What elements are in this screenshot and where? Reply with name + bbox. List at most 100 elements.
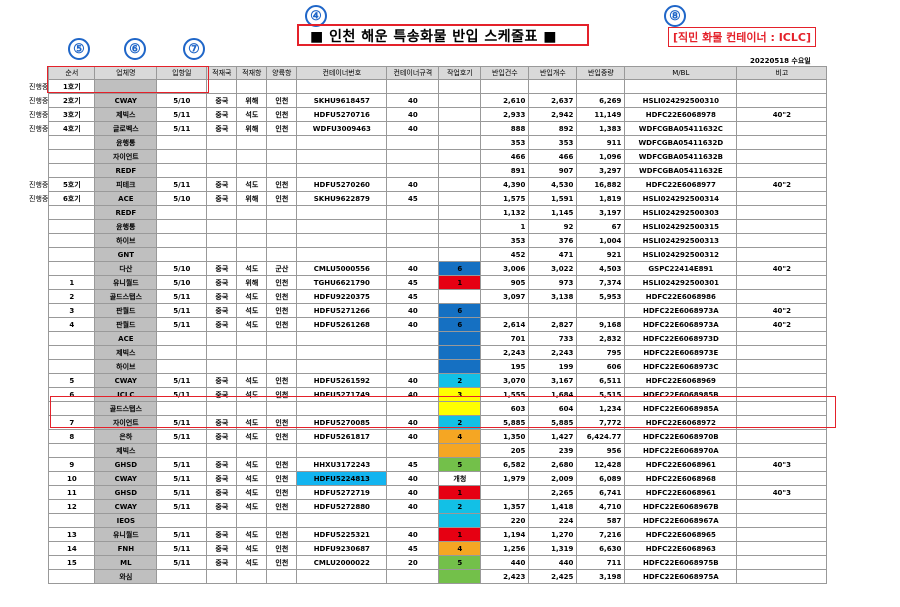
import-count: 2,933 [480,107,530,122]
work-unit: 4 [438,541,482,556]
row-no: 3 [48,303,96,318]
work-unit: 개청 [438,471,482,486]
load-country: 중국 [206,191,238,206]
table-row: 3 판월드 5/11 중국 석도 인천 HDFU5271266 40 6 HDFC22E60689… [28,303,828,318]
discharge-port [266,163,298,178]
row-no: 12 [48,499,96,514]
discharge-port: 인천 [266,289,298,304]
table-row: 14 FNH 5/11 중국 석도 인천 HDFU9230687 45 4 1,256 1,319 6… [28,541,828,556]
mbl-no: WDFCGBA05411632C [624,121,738,136]
container-no [296,569,388,584]
work-unit [438,135,482,150]
direct-cargo-note: [직민 화물 컨테이너 : ICLC] [668,27,816,47]
discharge-port [266,513,298,528]
import-count: 701 [480,331,530,346]
remarks [736,149,828,164]
table-row: GNT 452 471 921 HSLI024292500312 [28,247,828,262]
row-status: 진행중 [29,180,49,189]
load-port [236,345,268,360]
arrival-date: 5/11 [156,303,208,318]
container-size: 40 [386,527,440,542]
import-weight [576,303,626,318]
import-weight: 911 [576,135,626,150]
container-no: SKHU9618457 [296,93,388,108]
vendor-name: 피테크 [94,177,158,192]
remarks [736,93,828,108]
mbl-no: HDFC22E6068973D [624,331,738,346]
arrival-date: 5/11 [156,499,208,514]
remarks [736,163,828,178]
load-port: 석도 [236,429,268,444]
row-status [28,570,49,584]
load-port: 석도 [236,457,268,472]
mbl-no: HSLI024292500315 [624,219,738,234]
mbl-no: HDFC22E6068969 [624,373,738,388]
row-no [48,261,96,276]
mbl-no: WDFCGBA05411632E [624,163,738,178]
container-no [296,219,388,234]
load-port: 석도 [236,373,268,388]
import-weight: 6,630 [576,541,626,556]
import-pieces: 907 [528,163,578,178]
row-status [28,346,49,360]
import-weight: 11,149 [576,107,626,122]
vendor-name: FNH [94,541,158,556]
load-port: 위해 [236,121,268,136]
row-no [48,163,96,178]
import-weight: 921 [576,247,626,262]
vendor-name: 제빅스 [94,345,158,360]
arrival-date: 5/11 [156,485,208,500]
row-no [48,359,96,374]
import-pieces: 2,265 [528,485,578,500]
mbl-no: HSLI024292500310 [624,93,738,108]
row-no: 5 [48,373,96,388]
import-pieces: 2,680 [528,457,578,472]
mbl-no: HDFC22E6068973E [624,345,738,360]
container-no: HHXU3172243 [296,457,388,472]
table-row: 제빅스 205 239 956 HDFC22E6068970A [28,443,828,458]
work-unit [438,513,482,528]
row-no: 2 [48,289,96,304]
row-status [28,416,49,430]
arrival-date: 5/10 [156,93,208,108]
table-row: REDF 1,132 1,145 3,197 HSLI024292500303 [28,205,828,220]
page-title: ■ 인천 해운 특송화물 반입 스케줄표 ■ [310,29,558,45]
remarks: 40"3 [736,485,828,500]
row-status [28,276,49,290]
arrival-date: 5/11 [156,457,208,472]
row-status [28,262,49,276]
import-pieces: 733 [528,331,578,346]
row-status [28,248,49,262]
container-size [386,219,440,234]
table-row: 진행중 3호기 제빅스 5/11 중국 석도 인천 HDFU5270716 40 2,933 2,9… [28,107,828,122]
col-header: 비고 [736,66,828,80]
container-size [386,513,440,528]
discharge-port: 인천 [266,107,298,122]
vendor-name: 골드스탭스 [94,289,158,304]
vendor-name: CWAY [94,93,158,108]
container-no: HDFU5225321 [296,527,388,542]
container-size: 40 [386,485,440,500]
row-no: 6호기 [48,191,96,206]
import-pieces: 1,591 [528,191,578,206]
mbl-no: HSLI024292500314 [624,191,738,206]
import-pieces [528,79,578,94]
row-no: 1 [48,275,96,290]
import-count: 1,350 [480,429,530,444]
load-port: 석도 [236,471,268,486]
row-status [28,332,49,346]
load-port [236,149,268,164]
import-weight: 6,741 [576,485,626,500]
container-size: 45 [386,541,440,556]
discharge-port: 인천 [266,191,298,206]
discharge-port: 인천 [266,541,298,556]
remarks [736,233,828,248]
iclc-row-highlight-box [50,396,836,428]
load-port: 석도 [236,499,268,514]
import-weight: 3,197 [576,205,626,220]
row-status: 진행중 [29,96,49,105]
remarks: 40"2 [736,107,828,122]
discharge-port [266,247,298,262]
container-no: HDFU5270716 [296,107,388,122]
import-pieces: 2,942 [528,107,578,122]
